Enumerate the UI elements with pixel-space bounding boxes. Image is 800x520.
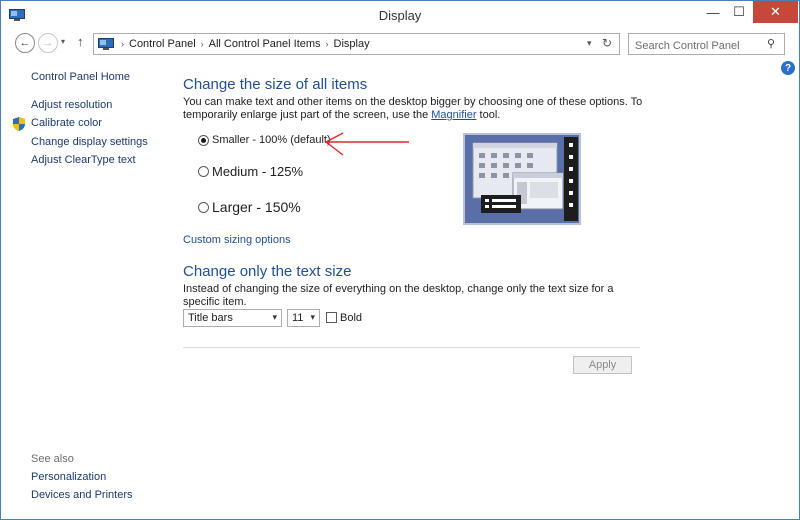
sidebar-item-calibrate-color[interactable]: Calibrate color	[31, 117, 102, 129]
help-icon[interactable]: ?	[781, 61, 795, 75]
breadcrumb-display[interactable]: Display	[334, 38, 370, 50]
chevron-down-icon: ▾	[310, 312, 315, 322]
see-also-label: See also	[31, 453, 74, 465]
close-button[interactable]: ✕	[753, 1, 798, 23]
option-smaller-label: Smaller - 100% (default)	[212, 134, 331, 146]
sidebar-item-adjust-cleartype[interactable]: Adjust ClearType text	[31, 154, 136, 166]
text-size-select-value: 11	[292, 312, 304, 324]
back-button[interactable]: ←	[15, 33, 35, 53]
display-preview-image	[463, 133, 581, 225]
address-dropdown-icon[interactable]: ▾	[587, 38, 592, 49]
text-size-heading: Change only the text size	[183, 263, 352, 280]
annotation-arrow	[324, 132, 409, 156]
option-larger-label: Larger - 150%	[212, 199, 301, 215]
size-heading: Change the size of all items	[183, 76, 368, 93]
breadcrumb-separator[interactable]: ›	[321, 39, 334, 49]
breadcrumb-separator: ›	[121, 39, 124, 49]
size-description: You can make text and other items on the…	[183, 96, 643, 122]
item-select-value: Title bars	[188, 312, 233, 324]
navigation-bar: ← → ▾ ↑ › Control Panel › All Control Panel…	[1, 31, 799, 57]
address-bar[interactable]: › Control Panel › All Control Panel Items › D…	[93, 33, 620, 55]
radio-larger[interactable]	[198, 201, 209, 213]
breadcrumb-separator[interactable]: ›	[196, 39, 209, 49]
window-title: Display	[378, 8, 422, 23]
breadcrumb-all-items[interactable]: All Control Panel Items	[209, 38, 321, 50]
magnifier-link[interactable]: Magnifier	[431, 109, 476, 121]
refresh-icon[interactable]: ↻	[602, 36, 612, 50]
control-panel-icon	[98, 38, 114, 50]
forward-button[interactable]: →	[38, 33, 58, 53]
option-smaller[interactable]: Smaller - 100% (default)	[198, 134, 331, 146]
title-bar: Display — ☐ ✕	[1, 1, 799, 31]
up-button[interactable]: ↑	[77, 34, 84, 49]
sidebar-item-adjust-resolution[interactable]: Adjust resolution	[31, 99, 112, 111]
shield-icon	[13, 117, 25, 131]
size-description-text: You can make text and other items on the…	[183, 96, 643, 121]
sidebar-item-change-display-settings[interactable]: Change display settings	[31, 136, 148, 148]
search-icon[interactable]: ⚲	[767, 37, 775, 50]
option-larger[interactable]: Larger - 150%	[198, 199, 301, 215]
text-size-description: Instead of changing the size of everythi…	[183, 283, 614, 308]
sidebar-item-personalization[interactable]: Personalization	[31, 471, 106, 483]
option-medium-label: Medium - 125%	[212, 164, 304, 179]
text-size-select[interactable]: 11 ▾	[287, 309, 320, 327]
sidebar-item-devices-and-printers[interactable]: Devices and Printers	[31, 489, 133, 501]
size-description-suffix: tool.	[476, 109, 501, 121]
minimize-button[interactable]: —	[700, 1, 726, 23]
radio-smaller[interactable]	[198, 134, 209, 146]
divider	[183, 347, 640, 348]
breadcrumb: › Control Panel › All Control Panel Items › D…	[116, 38, 370, 50]
bold-checkbox[interactable]	[326, 312, 337, 323]
item-select[interactable]: Title bars ▾	[183, 309, 282, 327]
bold-label: Bold	[340, 312, 363, 324]
recent-locations-dropdown[interactable]: ▾	[61, 37, 65, 46]
maximize-button[interactable]: ☐	[726, 1, 752, 23]
search-input[interactable]	[628, 33, 785, 55]
breadcrumb-control-panel[interactable]: Control Panel	[129, 38, 196, 50]
custom-sizing-link[interactable]: Custom sizing options	[183, 234, 291, 246]
display-window: Display — ☐ ✕ ← → ▾ ↑ › Control Panel › All…	[0, 0, 800, 520]
apply-button[interactable]: Apply	[573, 356, 632, 374]
radio-medium[interactable]	[198, 166, 209, 177]
chevron-down-icon: ▾	[272, 312, 277, 322]
option-medium[interactable]: Medium - 125%	[198, 164, 303, 179]
sidebar-item-control-panel-home[interactable]: Control Panel Home	[31, 71, 130, 83]
